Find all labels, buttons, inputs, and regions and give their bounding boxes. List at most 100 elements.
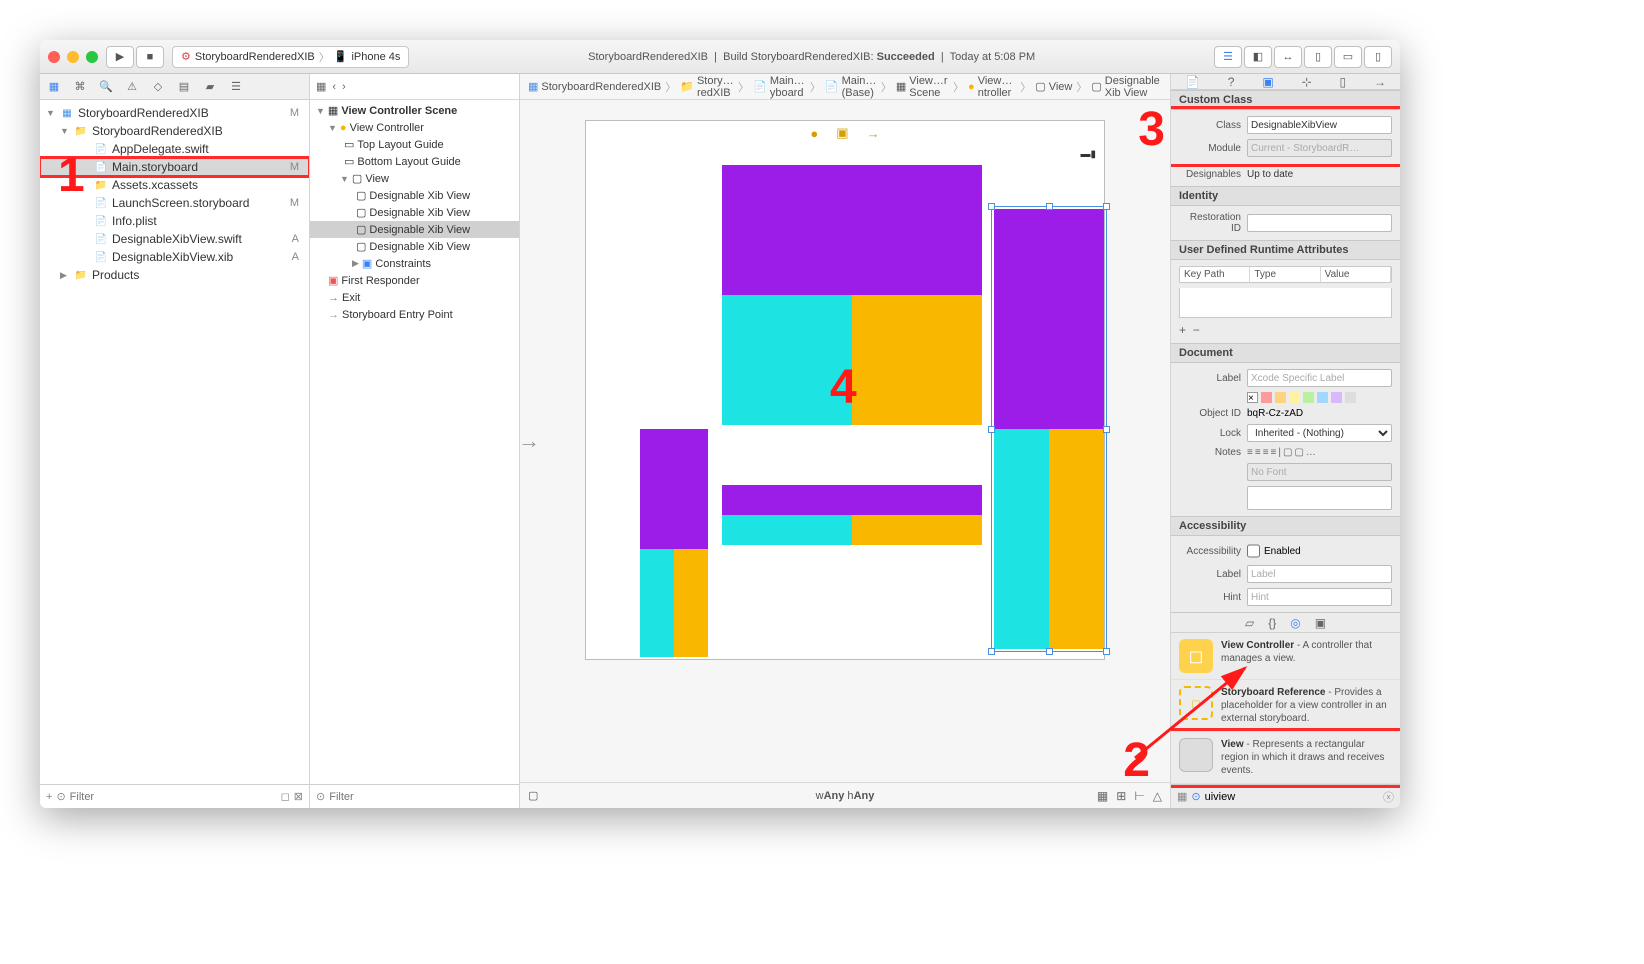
file-assets[interactable]: 📁Assets.xcassets: [40, 176, 309, 194]
lib-item-view-controller[interactable]: ◻ View Controller - A controller that ma…: [1171, 633, 1400, 680]
products-folder[interactable]: ▶📁Products: [40, 266, 309, 284]
notes-field[interactable]: [1247, 486, 1392, 510]
color-swatch[interactable]: [1317, 392, 1328, 403]
group-folder[interactable]: ▼📁 StoryboardRenderedXIB: [40, 122, 309, 140]
toggle-debug-button[interactable]: ▭: [1334, 46, 1362, 68]
color-swatch[interactable]: [1303, 392, 1314, 403]
help-inspector-icon[interactable]: ?: [1228, 75, 1235, 89]
run-button[interactable]: ▶: [106, 46, 134, 68]
attributes-inspector-icon[interactable]: ⊹: [1302, 75, 1312, 89]
align-icon[interactable]: ⊞: [1116, 789, 1126, 803]
jump-bar[interactable]: ▦StoryboardRenderedXIB〉 📁Story…redXIB〉 📄…: [520, 74, 1170, 100]
scm-icon[interactable]: ⊠: [294, 790, 303, 803]
navigator-filter-input[interactable]: [70, 791, 277, 803]
outline-tree[interactable]: ▼▦ View Controller Scene ▼ ●View Control…: [310, 100, 519, 784]
dxv-block-1-orange[interactable]: [852, 295, 982, 425]
dxv-block-3-cyan[interactable]: [722, 515, 852, 545]
align-left-icon[interactable]: ≡: [1247, 447, 1253, 458]
ib-canvas[interactable]: → ● ▣ → ▬▮: [520, 100, 1170, 782]
udra-table[interactable]: Key Path Type Value: [1179, 266, 1392, 283]
add-icon[interactable]: +: [46, 791, 52, 803]
fr-dock-icon[interactable]: ▣: [836, 125, 848, 141]
file-template-icon[interactable]: ▱: [1245, 616, 1254, 630]
symbol-nav-icon[interactable]: ⌘: [72, 79, 88, 95]
align-center-icon[interactable]: ≡: [1255, 447, 1261, 458]
constraints-row[interactable]: ▶▣Constraints: [310, 255, 519, 272]
clear-filter-icon[interactable]: ⓧ: [1383, 789, 1394, 805]
report-nav-icon[interactable]: ☰: [228, 79, 244, 95]
align-justify-icon[interactable]: ≡: [1271, 447, 1277, 458]
back-icon[interactable]: ‹: [332, 81, 336, 93]
media-library-icon[interactable]: ▣: [1315, 616, 1326, 630]
file-tree[interactable]: ▼▦ StoryboardRenderedXIB M ▼📁 Storyboard…: [40, 100, 309, 784]
dxv-block-1-purple[interactable]: [722, 165, 982, 295]
exit-row[interactable]: →Exit: [310, 289, 519, 306]
exit-dock-icon[interactable]: →: [867, 126, 880, 141]
view-row[interactable]: ▼▢View: [310, 170, 519, 187]
recent-icon[interactable]: ◻: [281, 790, 290, 803]
color-swatch[interactable]: [1289, 392, 1300, 403]
color-swatch[interactable]: [1345, 392, 1356, 403]
zoom-icon[interactable]: [86, 51, 98, 63]
dxv-block-2-orange[interactable]: [674, 549, 708, 657]
grid-view-icon[interactable]: ▦: [1177, 790, 1187, 803]
toggle-util-button[interactable]: ▯: [1364, 46, 1392, 68]
editor-assistant-button[interactable]: ◧: [1244, 46, 1272, 68]
stack-icon[interactable]: ▦: [1097, 789, 1108, 803]
class-field[interactable]: [1247, 116, 1392, 134]
restoration-id-field[interactable]: [1247, 214, 1392, 232]
tlg-row[interactable]: ▭Top Layout Guide: [310, 136, 519, 153]
file-dxv-xib[interactable]: 📄DesignableXibView.xib A: [40, 248, 309, 266]
dxv-block-3-purple[interactable]: [722, 485, 982, 515]
dxv-block-1-cyan[interactable]: [722, 295, 852, 425]
project-nav-icon[interactable]: ▦: [46, 79, 62, 95]
dxv-row-4[interactable]: ▢Designable Xib View: [310, 238, 519, 255]
issue-nav-icon[interactable]: ⚠: [124, 79, 140, 95]
more-format-icon[interactable]: …: [1306, 447, 1316, 458]
stop-button[interactable]: ■: [136, 46, 164, 68]
dxv-row-1[interactable]: ▢Designable Xib View: [310, 187, 519, 204]
entry-point-row[interactable]: →Storyboard Entry Point: [310, 306, 519, 323]
editor-standard-button[interactable]: ☰: [1214, 46, 1242, 68]
device-frame[interactable]: ● ▣ → ▬▮: [585, 120, 1105, 660]
acc-label-field[interactable]: [1247, 565, 1392, 583]
object-library-icon[interactable]: ◎: [1290, 616, 1300, 630]
library-filter-input[interactable]: [1205, 791, 1379, 803]
color-swatch[interactable]: [1331, 392, 1342, 403]
italic-icon[interactable]: ▢: [1294, 447, 1303, 458]
vc-row[interactable]: ▼ ●View Controller: [310, 119, 519, 136]
editor-version-button[interactable]: ↔: [1274, 46, 1302, 68]
lib-item-view[interactable]: View - Represents a rectangular region i…: [1171, 732, 1400, 784]
file-main-storyboard[interactable]: 📄Main.storyboard M: [40, 158, 309, 176]
size-inspector-icon[interactable]: ▯: [1340, 75, 1347, 89]
file-launchscreen[interactable]: 📄LaunchScreen.storyboard M: [40, 194, 309, 212]
module-field[interactable]: [1247, 139, 1392, 157]
accessibility-enabled-checkbox[interactable]: [1247, 542, 1260, 560]
dxv-block-2-purple[interactable]: [640, 429, 708, 549]
file-inspector-icon[interactable]: 📄: [1185, 75, 1200, 89]
vc-dock-icon[interactable]: ●: [810, 126, 818, 141]
find-nav-icon[interactable]: 🔍: [98, 79, 114, 95]
lib-item-storyboard-ref[interactable]: ◻ Storyboard Reference - Provides a plac…: [1171, 680, 1400, 732]
dxv-block-3-orange[interactable]: [852, 515, 982, 545]
forward-icon[interactable]: ›: [342, 81, 346, 93]
align-right-icon[interactable]: ≡: [1263, 447, 1269, 458]
debug-nav-icon[interactable]: ▤: [176, 79, 192, 95]
close-icon[interactable]: [48, 51, 60, 63]
resolve-icon[interactable]: △: [1153, 789, 1162, 803]
test-nav-icon[interactable]: ◇: [150, 79, 166, 95]
expand-arrow-icon[interactable]: →: [518, 428, 540, 454]
pin-icon[interactable]: ⊢: [1134, 789, 1144, 803]
minimize-icon[interactable]: [67, 51, 79, 63]
file-dxv-swift[interactable]: 📄DesignableXibView.swift A: [40, 230, 309, 248]
breakpt-nav-icon[interactable]: ▰: [202, 79, 218, 95]
size-class-label[interactable]: wAny hAny: [816, 790, 875, 802]
dxv-row-3[interactable]: ▢Designable Xib View: [310, 221, 519, 238]
acc-hint-field[interactable]: [1247, 588, 1392, 606]
related-icon[interactable]: ▦: [316, 80, 326, 93]
color-swatch[interactable]: ×: [1247, 392, 1258, 403]
scheme-selector[interactable]: ⚙ StoryboardRenderedXIB 〉 📱 iPhone 4s: [172, 46, 409, 68]
dxv-row-2[interactable]: ▢Designable Xib View: [310, 204, 519, 221]
dxv-block-2-cyan[interactable]: [640, 549, 674, 657]
lock-select[interactable]: Inherited - (Nothing): [1247, 424, 1392, 442]
